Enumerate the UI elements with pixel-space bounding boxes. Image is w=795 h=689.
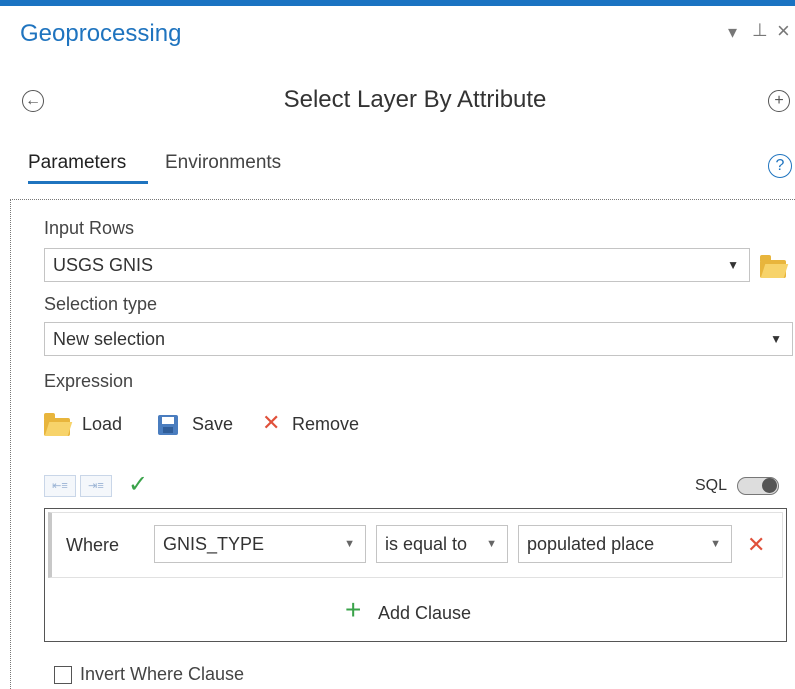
invert-checkbox[interactable] — [54, 666, 72, 684]
decrease-indent-icon: ⇤≡ — [52, 480, 68, 492]
add-button[interactable]: + — [768, 90, 790, 112]
section-border — [10, 199, 11, 689]
active-tab-indicator — [28, 181, 148, 184]
chevron-down-icon: ▼ — [770, 332, 782, 346]
operator-value: is equal to — [385, 534, 468, 554]
save-label: Save — [192, 414, 234, 434]
validate-check-icon[interactable]: ✓ — [128, 470, 148, 499]
value-select[interactable]: populated place ▼ — [518, 525, 732, 563]
invert-label: Invert Where Clause — [80, 664, 245, 684]
decrease-indent-button[interactable]: ⇤≡ — [44, 475, 76, 497]
increase-indent-icon: ⇥≡ — [88, 480, 104, 492]
save-button[interactable]: Save — [156, 412, 240, 440]
field-select[interactable]: GNIS_TYPE ▼ — [154, 525, 366, 563]
browse-folder-button[interactable] — [760, 255, 788, 278]
pane-top-accent — [0, 0, 795, 6]
section-divider — [10, 199, 795, 200]
chevron-down-icon: ▼ — [710, 538, 721, 550]
close-icon[interactable]: × — [777, 18, 790, 44]
tab-parameters[interactable]: Parameters — [28, 152, 126, 174]
remove-button[interactable]: ✕ Remove — [262, 410, 372, 438]
selection-type-label: Selection type — [44, 294, 158, 314]
input-rows-dropdown[interactable]: USGS GNIS ▼ — [44, 248, 750, 282]
load-label: Load — [82, 414, 123, 434]
selection-type-dropdown[interactable]: New selection ▼ — [44, 322, 793, 356]
tab-environments[interactable]: Environments — [165, 152, 281, 174]
input-rows-value: USGS GNIS — [53, 255, 154, 275]
sql-label: SQL — [695, 477, 728, 494]
tool-title: Select Layer By Attribute — [283, 86, 547, 113]
chevron-down-icon: ▼ — [486, 538, 497, 550]
remove-label: Remove — [292, 414, 360, 434]
sql-toggle[interactable] — [737, 477, 779, 495]
chevron-down-icon: ▼ — [344, 538, 355, 550]
chevron-down-icon: ▼ — [727, 258, 739, 272]
pane-menu-icon[interactable]: ▾ — [728, 22, 737, 43]
folder-icon — [44, 413, 70, 436]
field-value: GNIS_TYPE — [163, 534, 265, 554]
plus-icon: + — [774, 92, 784, 109]
remove-clause-button[interactable]: ✕ — [747, 532, 765, 558]
pin-icon[interactable]: ⊥ — [752, 20, 768, 41]
selection-type-value: New selection — [53, 329, 166, 349]
increase-indent-button[interactable]: ⇥≡ — [80, 475, 112, 497]
help-icon[interactable]: ? — [768, 154, 792, 178]
pane-title: Geoprocessing — [20, 20, 182, 47]
load-button[interactable]: Load — [44, 412, 134, 440]
operator-select[interactable]: is equal to ▼ — [376, 525, 508, 563]
remove-x-icon: ✕ — [262, 410, 281, 435]
folder-icon — [760, 255, 786, 278]
add-clause-button[interactable]: + Add Clause — [345, 596, 495, 628]
save-icon — [158, 415, 178, 435]
plus-icon: + — [345, 594, 362, 625]
input-rows-label: Input Rows — [44, 218, 135, 238]
where-label: Where — [66, 535, 120, 555]
expression-label: Expression — [44, 371, 134, 391]
add-clause-label: Add Clause — [378, 603, 472, 623]
value-text: populated place — [527, 534, 655, 554]
